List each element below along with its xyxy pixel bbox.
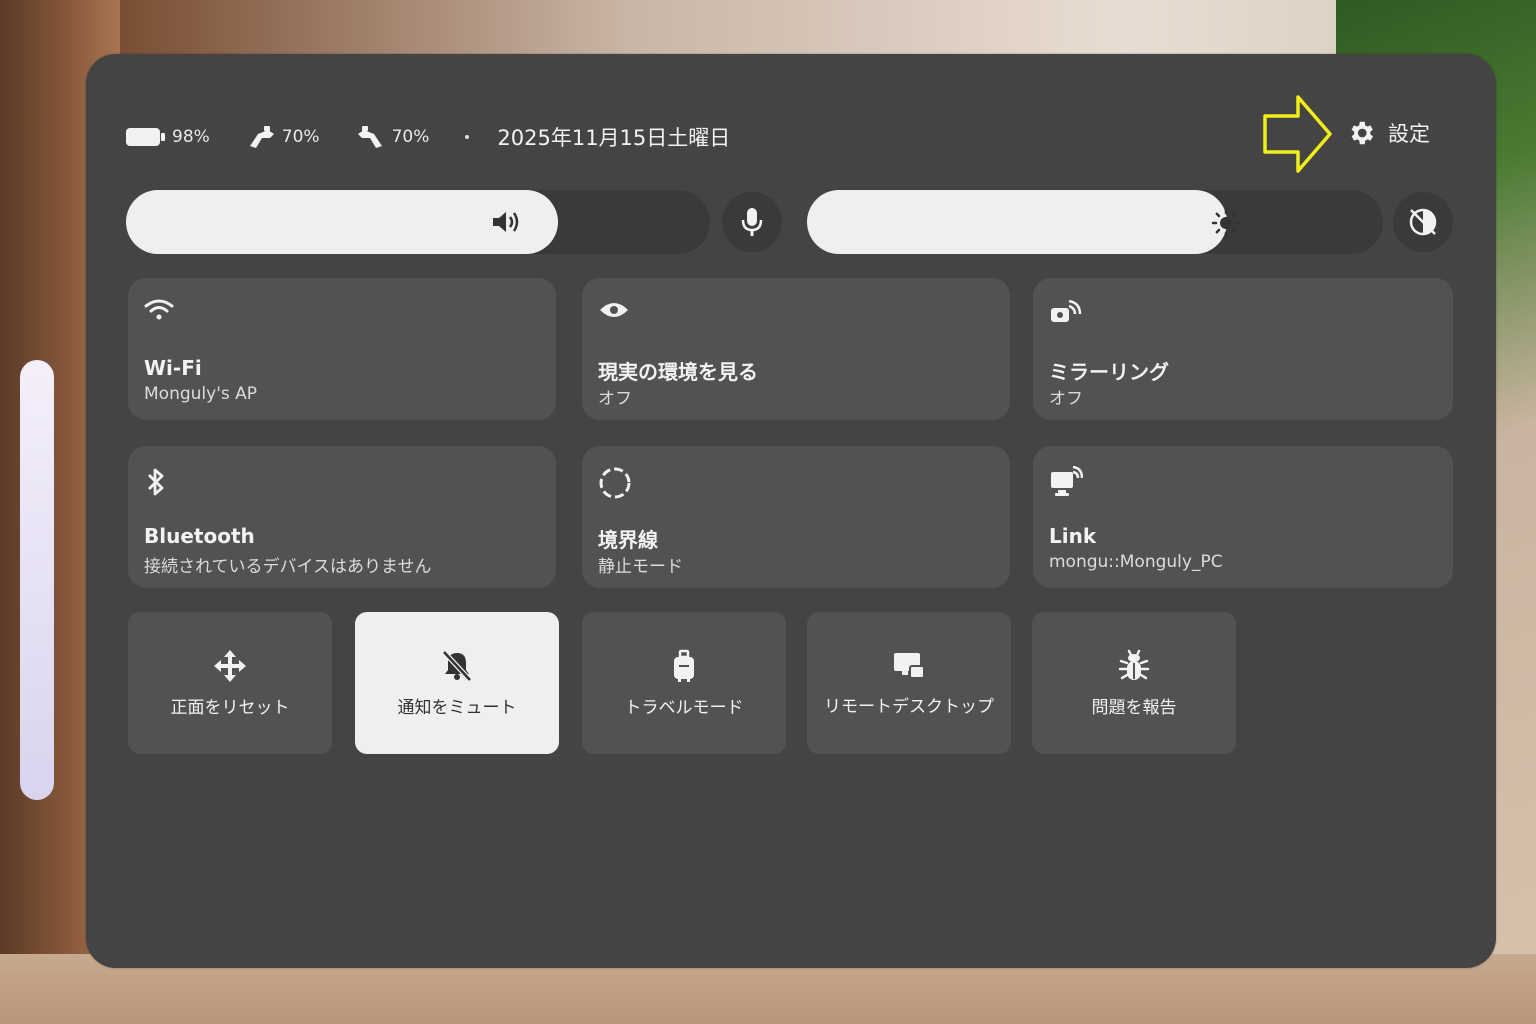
tile-wifi[interactable]: Wi-Fi Monguly's AP xyxy=(128,278,556,420)
tile-bluetooth[interactable]: Bluetooth 接続されているデバイスはありません xyxy=(128,446,556,588)
move-icon xyxy=(214,649,246,682)
tile-title: ミラーリング xyxy=(1049,360,1169,384)
tile-passthrough[interactable]: 現実の環境を見る オフ xyxy=(582,278,1010,420)
tile-subtitle: mongu::Monguly_PC xyxy=(1049,552,1223,572)
settings-button[interactable]: 設定 xyxy=(1346,118,1430,148)
controller-left-status: 70% xyxy=(246,124,320,150)
action-label: 問題を報告 xyxy=(1091,697,1177,718)
settings-label: 設定 xyxy=(1388,122,1430,146)
tile-title: Bluetooth xyxy=(144,524,255,548)
tile-mirroring[interactable]: ミラーリング オフ xyxy=(1033,278,1453,420)
mic-button[interactable] xyxy=(722,192,782,252)
bell-off-icon xyxy=(442,649,472,682)
action-label: リモートデスクトップ xyxy=(824,696,994,717)
battery-status: 98% xyxy=(126,126,210,148)
tile-link[interactable]: Link mongu::Monguly_PC xyxy=(1033,446,1453,588)
brightness-slider[interactable] xyxy=(807,190,1383,254)
controller-left-icon xyxy=(249,126,274,148)
separator-dot xyxy=(465,135,470,139)
volume-slider[interactable] xyxy=(126,190,710,254)
controller-left-percent: 70% xyxy=(281,127,320,147)
tile-subtitle: オフ xyxy=(598,389,632,409)
remote-desktop-button[interactable]: リモートデスクトップ xyxy=(807,612,1011,754)
action-label: 正面をリセット xyxy=(170,697,290,718)
speaker-icon xyxy=(493,212,519,232)
tile-subtitle: Monguly's AP xyxy=(144,384,258,404)
date-text: 2025年11月15日土曜日 xyxy=(497,126,731,150)
controller-right-percent: 70% xyxy=(391,127,430,147)
quick-settings-panel: 98% 70% 70% 2025年11月15日土曜日 設定 Wi-Fi Mong… xyxy=(86,54,1496,968)
controller-right-status: 70% xyxy=(356,124,430,150)
bug-icon xyxy=(1118,649,1150,680)
brightness-slider-fill xyxy=(807,190,1227,254)
boundary-icon xyxy=(599,467,631,499)
link-icon xyxy=(1051,466,1083,496)
brightness-off-icon xyxy=(1409,208,1437,236)
sun-icon xyxy=(1211,208,1241,238)
wifi-icon xyxy=(144,299,174,320)
luggage-icon xyxy=(674,649,694,682)
remote-desktop-icon xyxy=(894,652,925,679)
eye-icon xyxy=(600,303,628,317)
battery-icon xyxy=(126,128,165,146)
microphone-icon xyxy=(741,208,763,236)
tile-title: Link xyxy=(1049,524,1097,548)
action-label: 通知をミュート xyxy=(397,697,517,718)
tile-title: Wi-Fi xyxy=(144,356,202,380)
travel-mode-button[interactable]: トラベルモード xyxy=(582,612,786,754)
action-label: トラベルモード xyxy=(624,697,744,718)
cast-icon xyxy=(1051,299,1082,322)
annotation-arrow-icon xyxy=(1263,95,1332,173)
tile-subtitle: 接続されているデバイスはありません xyxy=(144,557,432,577)
status-bar: 98% 70% 70% 2025年11月15日土曜日 xyxy=(126,122,730,152)
auto-brightness-button[interactable] xyxy=(1393,192,1453,252)
tile-title: 境界線 xyxy=(598,528,658,552)
report-problem-button[interactable]: 問題を報告 xyxy=(1032,612,1236,754)
reset-view-button[interactable]: 正面をリセット xyxy=(128,612,332,754)
mute-notifications-button[interactable]: 通知をミュート xyxy=(355,612,559,754)
bluetooth-icon xyxy=(148,468,164,496)
tile-boundary[interactable]: 境界線 静止モード xyxy=(582,446,1010,588)
gear-icon xyxy=(1351,121,1373,145)
controller-right-icon xyxy=(357,126,382,148)
tile-title: 現実の環境を見る xyxy=(598,360,758,384)
tile-subtitle: オフ xyxy=(1049,389,1083,409)
tile-subtitle: 静止モード xyxy=(598,557,683,577)
battery-percent: 98% xyxy=(172,127,210,147)
background-window xyxy=(20,360,54,800)
background-ceiling xyxy=(120,0,1380,60)
